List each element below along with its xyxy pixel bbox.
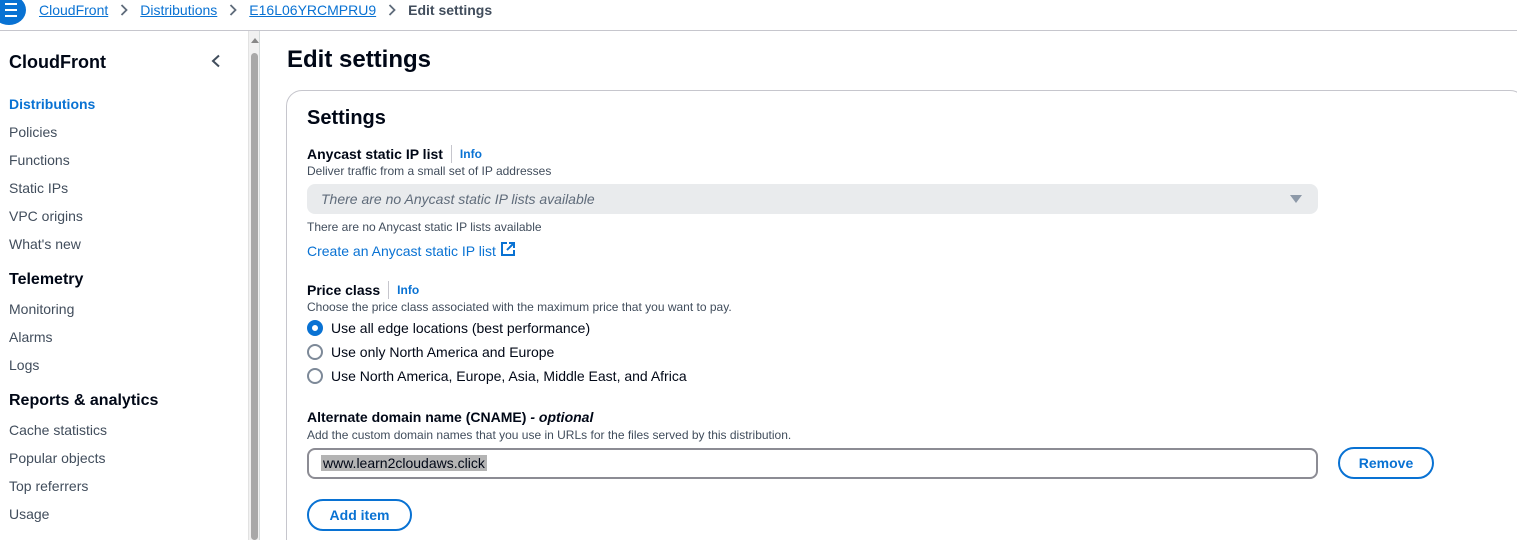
sidebar-item-policies[interactable]: Policies xyxy=(9,124,57,140)
menu-icon[interactable] xyxy=(0,0,26,25)
breadcrumb-cloudfront[interactable]: CloudFront xyxy=(39,2,108,18)
chevron-right-icon xyxy=(120,4,129,16)
page-title: Edit settings xyxy=(287,46,432,73)
scroll-up-arrow-icon[interactable] xyxy=(251,38,259,43)
sidebar-title: CloudFront xyxy=(9,52,106,72)
price-class-label: Price class xyxy=(307,282,381,298)
sidebar-item-logs[interactable]: Logs xyxy=(9,357,39,373)
sidebar-item-cache-statistics[interactable]: Cache statistics xyxy=(9,422,107,438)
price-class-option-label: Use only North America and Europe xyxy=(331,344,555,360)
breadcrumb: CloudFront Distributions E16L06YRCMPRU9 … xyxy=(39,2,492,18)
scrollbar-thumb[interactable] xyxy=(251,53,258,540)
anycast-label: Anycast static IP list xyxy=(307,146,443,162)
sidebar-item-whats-new[interactable]: What's new xyxy=(9,236,81,252)
top-bar: CloudFront Distributions E16L06YRCMPRU9 … xyxy=(0,0,1517,31)
price-class-info-link[interactable]: Info xyxy=(397,283,419,297)
sidebar-item-static-ips[interactable]: Static IPs xyxy=(9,180,68,196)
info-separator xyxy=(388,281,390,299)
sidebar-section-telemetry[interactable]: Telemetry xyxy=(9,271,83,289)
cname-input[interactable]: www.learn2cloudaws.click xyxy=(307,448,1318,479)
anycast-description: Deliver traffic from a small set of IP a… xyxy=(307,164,552,178)
cname-description: Add the custom domain names that you use… xyxy=(307,428,792,442)
sidebar-item-distributions[interactable]: Distributions xyxy=(9,96,95,112)
radio-unselected-icon[interactable] xyxy=(307,344,323,360)
cname-label: Alternate domain name (CNAME) xyxy=(307,409,527,425)
sidebar-item-popular-objects[interactable]: Popular objects xyxy=(9,450,106,466)
breadcrumb-distributions[interactable]: Distributions xyxy=(140,2,217,18)
sidebar-item-monitoring[interactable]: Monitoring xyxy=(9,301,74,317)
price-class-option-label: Use all edge locations (best performance… xyxy=(331,320,591,336)
price-class-option-na-eu-asia[interactable]: Use North America, Europe, Asia, Middle … xyxy=(307,368,687,384)
cname-optional-label: - optional xyxy=(530,409,594,425)
sidebar-item-vpc-origins[interactable]: VPC origins xyxy=(9,208,83,224)
price-class-option-label: Use North America, Europe, Asia, Middle … xyxy=(331,368,687,384)
sidebar-item-functions[interactable]: Functions xyxy=(9,152,70,168)
anycast-select-placeholder: There are no Anycast static IP lists ava… xyxy=(321,191,595,207)
anycast-label-row: Anycast static IP list Info xyxy=(307,145,482,163)
radio-selected-icon[interactable] xyxy=(307,320,323,336)
breadcrumb-distribution-id[interactable]: E16L06YRCMPRU9 xyxy=(249,2,376,18)
info-separator xyxy=(450,145,452,163)
section-title: Settings xyxy=(307,107,386,129)
close-sidebar-icon[interactable] xyxy=(209,54,223,68)
breadcrumb-current: Edit settings xyxy=(408,2,493,18)
price-class-description: Choose the price class associated with t… xyxy=(307,300,732,314)
external-link-icon xyxy=(500,241,516,260)
chevron-right-icon xyxy=(229,4,238,16)
chevron-right-icon xyxy=(388,4,396,16)
add-item-button[interactable]: Add item xyxy=(307,499,412,531)
sidebar-item-alarms[interactable]: Alarms xyxy=(9,329,53,345)
sidebar-item-top-referrers[interactable]: Top referrers xyxy=(9,478,88,494)
create-anycast-link[interactable]: Create an Anycast static IP list xyxy=(307,241,516,260)
create-anycast-link-text[interactable]: Create an Anycast static IP list xyxy=(307,243,496,259)
price-class-option-na-eu[interactable]: Use only North America and Europe xyxy=(307,344,554,360)
cname-label-row: Alternate domain name (CNAME) - optional xyxy=(307,409,593,425)
anycast-select: There are no Anycast static IP lists ava… xyxy=(307,184,1318,214)
sidebar-divider xyxy=(259,31,260,540)
sidebar-item-usage[interactable]: Usage xyxy=(9,506,49,522)
radio-unselected-icon[interactable] xyxy=(307,368,323,384)
cname-input-value[interactable]: www.learn2cloudaws.click xyxy=(321,455,487,471)
price-class-label-row: Price class Info xyxy=(307,281,419,299)
price-class-option-all[interactable]: Use all edge locations (best performance… xyxy=(307,320,590,336)
sidebar-section-reports[interactable]: Reports & analytics xyxy=(9,392,158,410)
side-navigation: CloudFront Distributions Policies Functi… xyxy=(0,31,248,540)
caret-down-icon xyxy=(1290,195,1302,203)
anycast-hint: There are no Anycast static IP lists ava… xyxy=(307,220,542,234)
anycast-info-link[interactable]: Info xyxy=(460,147,482,161)
remove-button[interactable]: Remove xyxy=(1338,447,1434,479)
